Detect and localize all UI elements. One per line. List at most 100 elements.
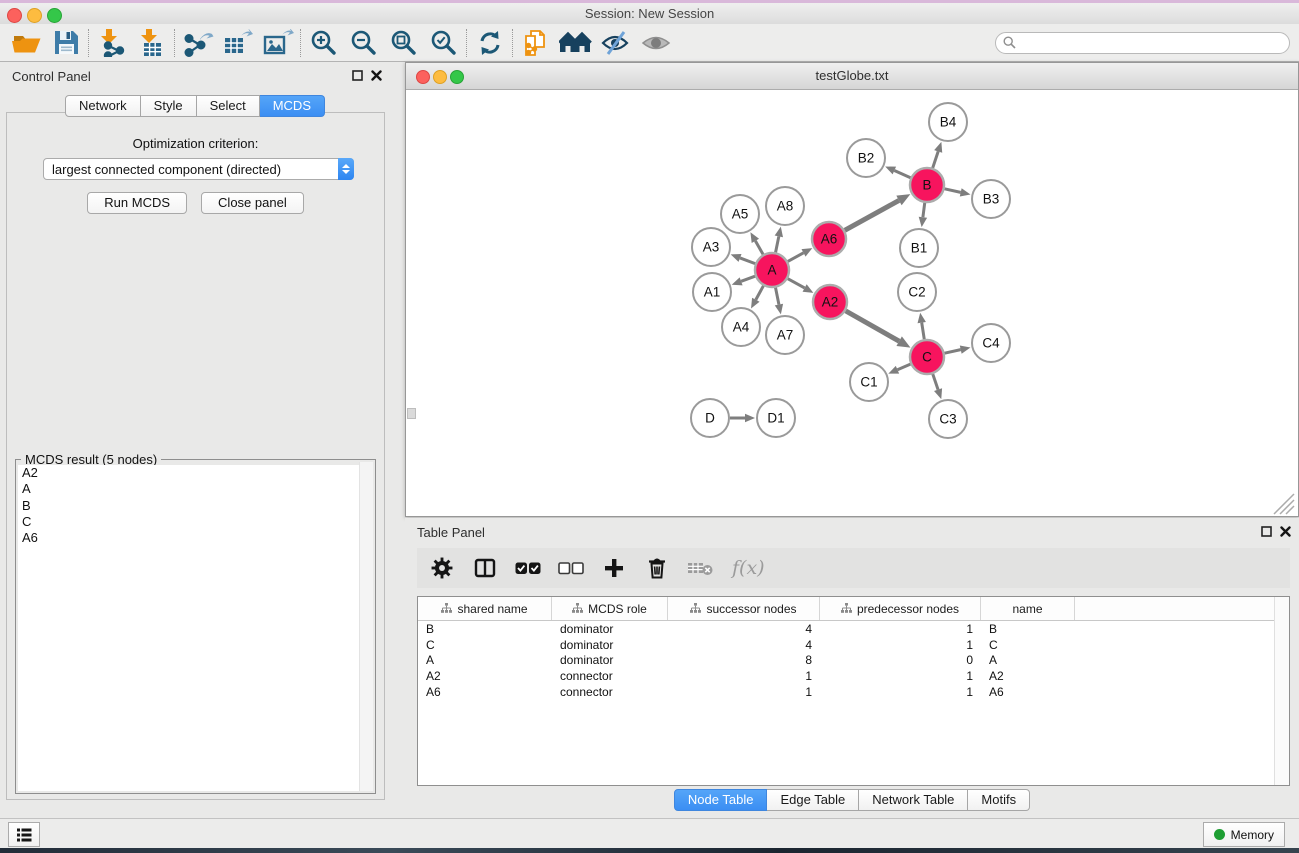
graph-edge-A-A3[interactable] — [740, 258, 755, 264]
show-eye-icon[interactable] — [636, 26, 676, 60]
graph-edge-A-A8[interactable] — [776, 236, 779, 252]
float-panel-icon[interactable] — [1261, 526, 1272, 537]
save-session-icon[interactable] — [46, 26, 86, 60]
close-panel-button[interactable]: Close panel — [201, 192, 304, 214]
mcds-result-item[interactable]: C — [18, 514, 373, 530]
graph-edge-B-B2[interactable] — [894, 171, 910, 178]
tab-node-table[interactable]: Node Table — [674, 789, 768, 811]
table-cell[interactable]: A2 — [418, 669, 552, 683]
table-row[interactable]: A2connector11A2 — [418, 668, 1275, 684]
mcds-result-list[interactable]: A2ABCA6 — [18, 465, 373, 791]
refresh-icon[interactable] — [470, 26, 510, 60]
graph-node-A5[interactable]: A5 — [721, 195, 759, 233]
settings-gear-icon[interactable] — [429, 553, 455, 583]
graph-node-B1[interactable]: B1 — [900, 229, 938, 267]
graph-edge-C-C1[interactable] — [897, 364, 910, 370]
export-image-icon[interactable] — [258, 26, 298, 60]
graph-edge-B-B3[interactable] — [945, 189, 961, 193]
graph-edge-C-C4[interactable] — [945, 350, 961, 354]
graph-node-C1[interactable]: C1 — [850, 363, 888, 401]
graph-edge-A-A7[interactable] — [776, 288, 779, 305]
mcds-result-scrollbar[interactable] — [359, 462, 373, 791]
graph-edge-A-A6[interactable] — [788, 253, 804, 262]
run-mcds-button[interactable]: Run MCDS — [87, 192, 187, 214]
delete-column-icon[interactable] — [644, 553, 670, 583]
table-cell[interactable]: B — [418, 622, 552, 636]
table-cell[interactable]: A — [418, 653, 552, 667]
graph-edge-C-C3[interactable] — [933, 374, 938, 390]
close-panel-icon[interactable] — [371, 70, 382, 81]
close-panel-icon[interactable] — [1280, 526, 1291, 537]
hide-eye-icon[interactable] — [596, 26, 636, 60]
graph-node-A8[interactable]: A8 — [766, 187, 804, 225]
mcds-result-item[interactable]: A — [18, 481, 373, 497]
graph-node-A7[interactable]: A7 — [766, 316, 804, 354]
tab-motifs[interactable]: Motifs — [968, 789, 1030, 811]
network-view-window[interactable]: testGlobe.txt B4B2BB3A8A5A6A3B1AA1C2A2A4… — [405, 62, 1299, 517]
table-cell[interactable]: 1 — [820, 669, 981, 683]
network-window-titlebar[interactable]: testGlobe.txt — [406, 63, 1298, 90]
table-cell[interactable]: connector — [552, 685, 668, 699]
table-cell[interactable]: A — [981, 653, 1075, 667]
graph-edge-A-A1[interactable] — [741, 276, 755, 281]
network-canvas[interactable]: B4B2BB3A8A5A6A3B1AA1C2A2A4A7C4CC1C3DD1 — [406, 90, 1298, 516]
search-field[interactable] — [995, 32, 1290, 54]
graph-edge-A-A4[interactable] — [756, 286, 764, 300]
table-cell[interactable]: 4 — [668, 622, 820, 636]
table-cell[interactable]: 8 — [668, 653, 820, 667]
mcds-result-item[interactable]: B — [18, 498, 373, 514]
graph-node-A[interactable]: A — [755, 253, 789, 287]
graph-node-A2[interactable]: A2 — [813, 285, 847, 319]
table-cell[interactable]: 1 — [668, 669, 820, 683]
graph-node-B[interactable]: B — [910, 168, 944, 202]
table-cell[interactable]: 0 — [820, 653, 981, 667]
window-resize-grip[interactable] — [407, 408, 416, 419]
split-table-icon[interactable] — [472, 553, 498, 583]
function-builder-icon[interactable]: f(x) — [732, 557, 765, 579]
column-header-successor-nodes[interactable]: successor nodes — [668, 597, 820, 620]
table-row[interactable]: Adominator80A — [418, 653, 1275, 669]
tab-select[interactable]: Select — [197, 95, 260, 117]
column-header-shared-name[interactable]: shared name — [418, 597, 552, 620]
zoom-selected-icon[interactable] — [424, 26, 464, 60]
criterion-dropdown[interactable]: largest connected component (directed) — [43, 158, 354, 180]
tab-mcds[interactable]: MCDS — [260, 95, 325, 117]
clone-network-icon[interactable] — [516, 26, 556, 60]
task-history-button[interactable] — [8, 822, 40, 847]
graph-node-D[interactable]: D — [691, 399, 729, 437]
titlebar[interactable]: Session: New Session — [0, 3, 1299, 24]
table-cell[interactable]: connector — [552, 669, 668, 683]
graph-node-D1[interactable]: D1 — [757, 399, 795, 437]
table-cell[interactable]: 4 — [668, 638, 820, 652]
table-cell[interactable]: dominator — [552, 653, 668, 667]
import-network-icon[interactable] — [92, 26, 132, 60]
table-cell[interactable]: C — [418, 638, 552, 652]
table-row[interactable]: Bdominator41B — [418, 621, 1275, 637]
table-cell[interactable]: dominator — [552, 638, 668, 652]
graph-edge-B-B4[interactable] — [933, 151, 939, 168]
tab-style[interactable]: Style — [141, 95, 197, 117]
export-table-icon[interactable] — [218, 26, 258, 60]
graph-node-A1[interactable]: A1 — [693, 273, 731, 311]
home-icon[interactable] — [556, 26, 596, 60]
deselect-all-icon[interactable] — [558, 553, 584, 583]
column-header-name[interactable]: name — [981, 597, 1075, 620]
search-input[interactable] — [1020, 35, 1289, 51]
zoom-in-icon[interactable] — [304, 26, 344, 60]
table-scrollbar[interactable] — [1274, 597, 1289, 785]
table-cell[interactable]: 1 — [820, 638, 981, 652]
table-cell[interactable]: dominator — [552, 622, 668, 636]
table-cell[interactable]: 1 — [820, 622, 981, 636]
delete-table-icon[interactable] — [687, 553, 713, 583]
float-panel-icon[interactable] — [352, 70, 363, 81]
import-table-icon[interactable] — [132, 26, 172, 60]
memory-button[interactable]: Memory — [1203, 822, 1285, 847]
graph-node-C2[interactable]: C2 — [898, 273, 936, 311]
graph-edge-A6-B[interactable] — [845, 200, 899, 230]
tab-network[interactable]: Network — [65, 95, 141, 117]
open-session-icon[interactable] — [6, 26, 46, 60]
table-cell[interactable]: 1 — [820, 685, 981, 699]
graph-node-B4[interactable]: B4 — [929, 103, 967, 141]
zoom-out-icon[interactable] — [344, 26, 384, 60]
export-network-icon[interactable] — [178, 26, 218, 60]
